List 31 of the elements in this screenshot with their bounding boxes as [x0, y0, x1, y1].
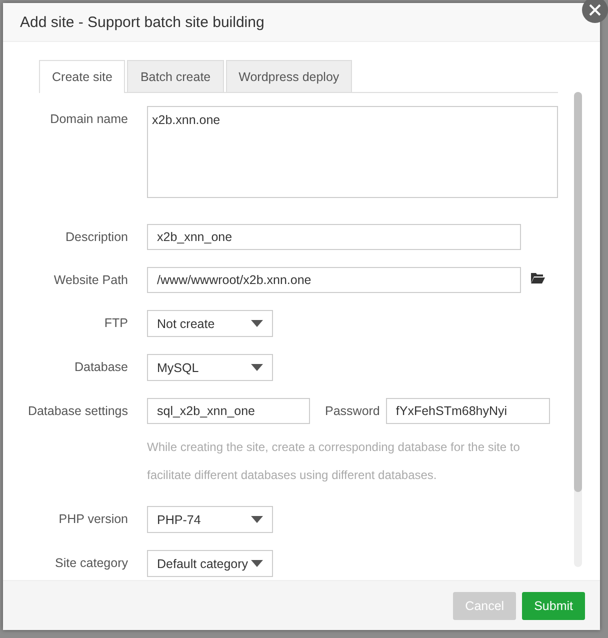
- password-input[interactable]: fYxFehSTm68hyNyi: [386, 398, 550, 424]
- dropdown[interactable]: PHP-74: [147, 506, 273, 533]
- hint-text: While creating the site, create a corresponding database for the site to facilitate different databases using different databases.: [147, 439, 521, 484]
- scrollbar[interactable]: [574, 92, 582, 567]
- folder-icon[interactable]: [531, 272, 545, 284]
- field-label: Database settings: [26, 403, 128, 420]
- caret-icon: [251, 516, 263, 523]
- tab[interactable]: Wordpress deploy: [226, 60, 352, 92]
- dropdown[interactable]: Not create: [147, 310, 273, 337]
- field-label: Database: [73, 359, 128, 376]
- field-label: Domain name: [49, 111, 128, 128]
- field-label: Password: [325, 403, 380, 420]
- close-button[interactable]: [582, 0, 608, 23]
- database-name-input[interactable]: sql_x2b_xnn_one: [147, 398, 310, 424]
- caret-icon: [251, 364, 263, 371]
- dropdown[interactable]: Default category: [147, 550, 273, 577]
- field-label: PHP version: [58, 511, 128, 528]
- tab[interactable]: Batch create: [127, 60, 224, 92]
- field-label: Website Path: [52, 272, 128, 289]
- dialog-title: Add site - Support batch site building: [3, 3, 600, 42]
- field-label: Description: [64, 229, 128, 246]
- field-label: FTP: [103, 315, 128, 332]
- text-input[interactable]: x2b_xnn_one: [147, 224, 521, 250]
- field-label: Site category: [54, 555, 128, 572]
- close-icon: [589, 4, 601, 16]
- domain-input[interactable]: x2b.xnn.one: [147, 106, 558, 198]
- caret-icon: [251, 320, 263, 327]
- path-input[interactable]: /www/wwwroot/x2b.xnn.one: [147, 267, 521, 293]
- tab[interactable]: Create site: [39, 60, 126, 93]
- dropdown[interactable]: MySQL: [147, 354, 273, 381]
- caret-icon: [251, 560, 263, 567]
